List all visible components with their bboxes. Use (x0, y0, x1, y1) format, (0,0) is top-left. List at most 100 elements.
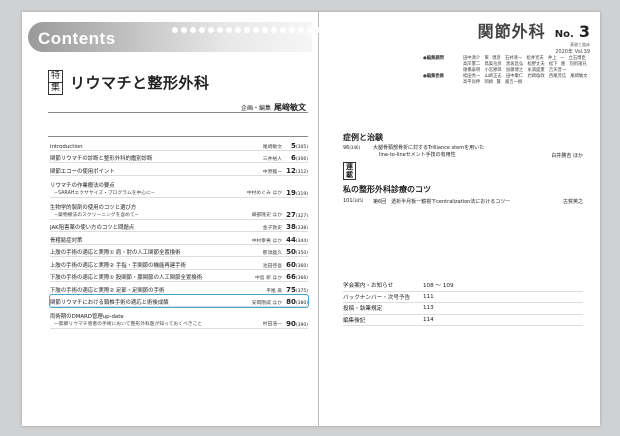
misc-list: 学会案内・お知らせ 108 〜 109 バックナンバー・次号予告 111 投稿・… (343, 280, 583, 326)
toc-author: 尾﨑敏文 (262, 144, 282, 150)
toc-subtitle: —関節リウマチ患者の手術において整形外科医が知っておくべきこと (54, 322, 203, 327)
toc-title: 関節エコーの使用ポイント (50, 168, 115, 175)
list-item[interactable]: 学会案内・お知らせ 108 〜 109 (343, 280, 583, 292)
toc-page: 60(360) (286, 260, 308, 269)
toc-row[interactable]: 上肢の手術の適応と実際① 肩・肘の人工関節全置換術 那須義久 50(350) (50, 245, 308, 257)
list-item[interactable]: 投稿・執筆規定 113 (343, 303, 583, 315)
toc-row[interactable]: 関節エコーの使用ポイント 中原龍一 12(312) (50, 163, 308, 176)
toc-title: 下肢の手術の適応と実際① 股関節・膝関節の人工関節全置換術 (50, 275, 203, 281)
toc-page: 6(306) (291, 154, 308, 162)
toc-author: 那須義久 (262, 251, 282, 256)
toc-title: 両術期のDMARD管理up-date (50, 314, 124, 320)
toc-row[interactable]: 骨粗鬆症対策 中村幸男 ほか 44(344) (50, 232, 308, 245)
case-entry[interactable]: 96(346) 大腿骨頸部骨折に対するTrilliance stemを用いた l… (343, 145, 583, 159)
editorial-board: ●編集顧問 田中清介 東 博彦 石井清一 松井宣夫 井上 一 立石博臣 高岸憲二… (423, 56, 593, 86)
toc-subtitle: −SARAHエクササイズ・プログラムを中心に− (54, 190, 155, 196)
board-names: 田中清介 東 博彦 石井清一 松井宣夫 井上 一 立石博臣 高岸憲二 鳥巣岳彦 … (463, 56, 591, 73)
list-item[interactable]: 編集後記 114 (343, 315, 583, 326)
toc-page: 80(380) (286, 298, 308, 306)
toc-row[interactable]: 下肢の手術の適応と実際② 足部・足関節の手術 平尾 眞 75(375) (50, 282, 308, 295)
toc-subtitle: −薬物療法のスクリーニングを含めて− (54, 212, 139, 218)
table-of-contents: introduction 尾﨑敏文 5(305) 関節リウマチの診断と整形外科的… (49, 138, 309, 329)
section-heading-case: 症例と治験 (343, 133, 383, 142)
magazine-title: 関節外科 (477, 22, 546, 41)
toc-title: リウマチの作業療法の要点 (50, 182, 115, 189)
feature-title: リウマチと整形外科 (70, 74, 210, 92)
toc-page: 90(390) (286, 320, 308, 328)
toc-title: 骨粗鬆症対策 (50, 237, 83, 244)
toc-author: 中原龍一 (262, 169, 282, 175)
year-volume: 2020年 Vol.39 (555, 49, 590, 55)
misc-label: 投稿・執筆規定 (343, 306, 383, 313)
toc-page: 44(344) (286, 235, 308, 244)
toc-row[interactable]: 両術期のDMARD管理up-date —関節リウマチ患者の手術において整形外科医… (50, 307, 308, 329)
divider (48, 136, 308, 137)
section-heading-series: 私の整形外科診療のコツ (343, 185, 431, 194)
toc-row[interactable]: リウマチの作業療法の要点 −SARAHエクササイズ・プログラムを中心に− 中村め… (50, 176, 308, 198)
editor-name: 尾﨑敏文 (274, 103, 306, 112)
toc-author: 平尾 眞 (266, 288, 282, 294)
misc-pages: 114 (423, 316, 434, 323)
toc-page: 50(350) (286, 248, 308, 256)
entry-page: 101(345) (343, 198, 364, 204)
toc-title: introduction (50, 143, 83, 150)
entry-title: 第6回 透析半月板ー鏡視下centralization法におけるコツー (373, 199, 511, 205)
toc-page: 5(305) (291, 141, 308, 150)
misc-label: 編集後記 (343, 317, 366, 324)
toc-author: 中村幸男 ほか (251, 238, 282, 244)
board-label: ●編集委員 (423, 74, 444, 79)
left-page: Contents 特 集 リウマチと整形外科 企画・編集 尾﨑敏文 introdu… (22, 12, 340, 426)
misc-pages: 108 〜 109 (423, 283, 454, 290)
right-page: 関節外科 No. 3 基礎と臨床 2020年 Vol.39 ●編集顧問 田中清介… (319, 12, 600, 426)
entry-author: 白井勝吉 ほか (551, 153, 583, 159)
toc-row[interactable]: 生物学的製剤の使用のコツと選び方 −薬物療法のスクリーニングを含めて− 織部隆史… (50, 198, 308, 220)
entry-title-line2: line-to-lineセメント手技の有用性 (379, 152, 456, 158)
toc-page: 75(375) (286, 285, 308, 294)
entry-title-line1: 大腿骨頸部骨折に対するTrilliance stemを用いた (373, 145, 485, 151)
misc-pages: 111 (423, 293, 434, 300)
toc-author: 池田啓吾 (262, 263, 282, 269)
editor-role: 企画・編集 (240, 105, 271, 112)
toc-title: 上肢の手術の適応と実際② 手指・手関節の機能再建手術 (50, 262, 186, 269)
toc-row[interactable]: JAK阻害薬の使い方のコツと問題点 金子敦史 38(338) (50, 220, 308, 232)
toc-author: 安岡剛威 ほか (251, 301, 282, 306)
toc-page: 38(338) (286, 223, 308, 231)
misc-label: バックナンバー・次号予告 (343, 294, 411, 301)
divider (48, 112, 308, 113)
toc-page: 66(366) (286, 273, 308, 281)
toc-page: 12(312) (286, 166, 308, 175)
toc-row-highlighted[interactable]: 関節リウマチにおける頸椎手術の適応と術後成績 安岡剛威 ほか 80(380) (49, 293, 309, 308)
misc-label: 学会案内・お知らせ (343, 283, 394, 290)
feature-badge: 特 集 (48, 70, 63, 95)
board-names: 松田秀一 山崎正志 田中康仁 岩崎倫政 西尾茂信 尾崎敏文 高平尚伸 岡崎 賢 … (463, 74, 592, 85)
toc-page: 27(327) (286, 210, 308, 219)
toc-author: 中島 新 ほか (254, 276, 282, 281)
toc-row[interactable]: 上肢の手術の適応と実際② 手指・手関節の機能再建手術 池田啓吾 60(360) (50, 257, 308, 270)
list-item[interactable]: バックナンバー・次号予告 111 (343, 292, 583, 303)
entry-page: 96(346) (343, 145, 361, 151)
misc-pages: 113 (423, 305, 434, 312)
series-entry[interactable]: 101(345) 第6回 透析半月板ー鏡視下centralization法におけ… (343, 198, 583, 205)
toc-title: 関節リウマチの診断と整形外科的鑑別診断 (50, 156, 153, 162)
toc-title: 関節リウマチにおける頸椎手術の適応と術後成績 (50, 300, 169, 306)
series-badge: 連 載 (343, 162, 356, 180)
toc-title: 上肢の手術の適応と実際① 肩・肘の人工関節全置換術 (50, 250, 181, 256)
magazine-spread: Contents 特 集 リウマチと整形外科 企画・編集 尾﨑敏文 introdu… (22, 12, 600, 426)
toc-page: 19(319) (286, 188, 308, 197)
masthead: 関節外科 No. 3 基礎と臨床 2020年 Vol.39 (478, 18, 590, 55)
issue-label: No. (554, 29, 574, 40)
toc-row[interactable]: 関節リウマチの診断と整形外科的鑑別診断 三井裕人 6(306) (50, 151, 308, 163)
toc-author: 中村めぐみ ほか (246, 190, 282, 196)
toc-row[interactable]: introduction 尾﨑敏文 5(305) (50, 138, 308, 151)
toc-author: 村田浩一 (262, 322, 282, 327)
contents-heading: Contents (38, 29, 116, 48)
decorative-dots (172, 27, 340, 33)
board-label: ●編集顧問 (423, 56, 444, 61)
toc-row[interactable]: 下肢の手術の適応と実際① 股関節・膝関節の人工関節全置換術 中島 新 ほか 66… (50, 270, 308, 282)
toc-author: 金子敦史 (262, 226, 282, 231)
toc-title: 生物学的製剤の使用のコツと選び方 (50, 204, 137, 211)
entry-author: 古賀英之 (562, 199, 583, 205)
toc-title: 下肢の手術の適応と実際② 足部・足関節の手術 (50, 287, 165, 294)
toc-author: 三井裕人 (262, 157, 282, 162)
toc-title: JAK阻害薬の使い方のコツと問題点 (50, 225, 135, 231)
